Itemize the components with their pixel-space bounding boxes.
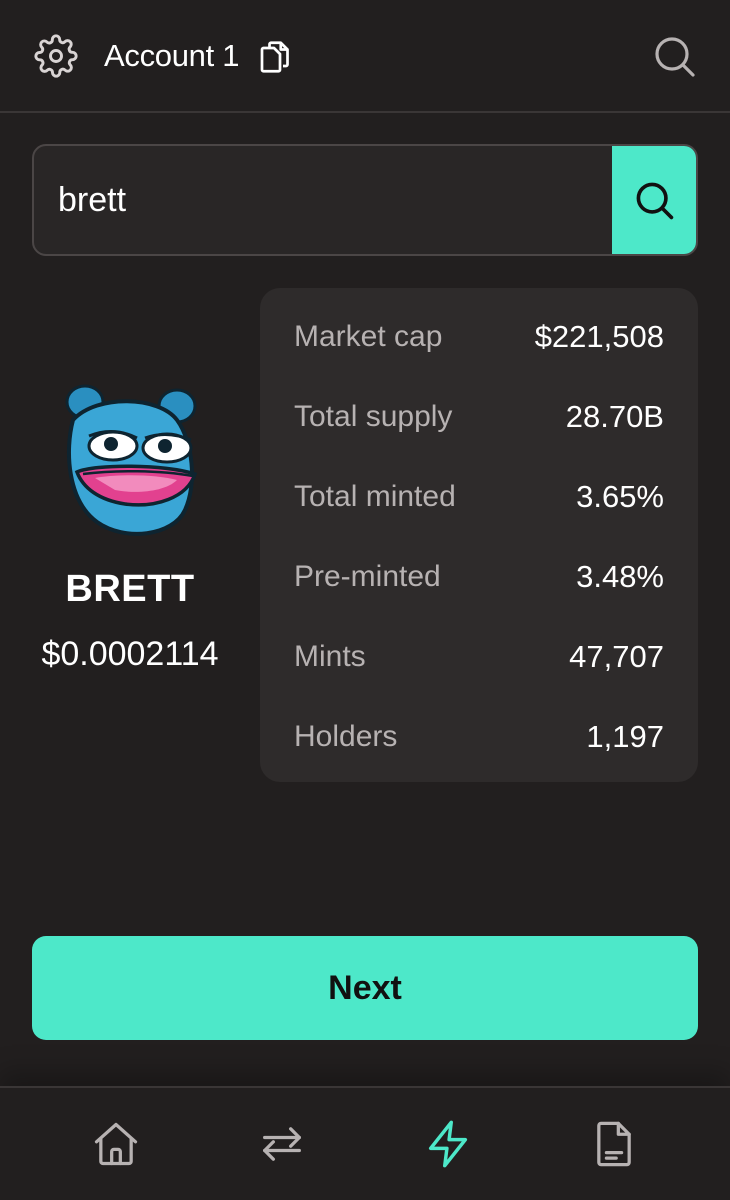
token-search-input[interactable]	[34, 146, 612, 254]
settings-button[interactable]	[34, 34, 78, 78]
nav-swap[interactable]	[227, 1090, 337, 1198]
token-stats-card: Market cap $221,508 Total supply 28.70B …	[260, 288, 698, 782]
stat-row-holders: Holders 1,197	[294, 717, 664, 757]
stat-label: Total supply	[294, 400, 453, 433]
search-icon	[655, 37, 695, 77]
app-root: Account 1 brett BRETT $0.0002114 Market …	[0, 0, 730, 1200]
stat-label: Mints	[294, 640, 366, 673]
stat-row-market-cap: Market cap $221,508	[294, 317, 664, 357]
stat-row-total-minted: Total minted 3.65%	[294, 477, 664, 517]
nav-mint[interactable]	[393, 1090, 503, 1198]
stat-row-total-supply: Total supply 28.70B	[294, 397, 664, 437]
nav-documents[interactable]	[559, 1090, 669, 1198]
stat-row-pre-minted: Pre-minted 3.48%	[294, 557, 664, 597]
bottom-nav	[0, 1086, 730, 1200]
token-search-bar	[32, 144, 698, 256]
stat-label: Pre-minted	[294, 560, 441, 593]
brett-logo	[65, 384, 198, 536]
home-icon	[94, 1122, 138, 1166]
stat-value: 1,197	[586, 719, 664, 754]
next-button[interactable]: Next	[32, 936, 698, 1040]
token-price: $0.0002114	[41, 635, 219, 673]
token-summary: BRETT $0.0002114	[20, 380, 240, 674]
stat-value: 3.65%	[576, 479, 664, 514]
swap-icon	[263, 1127, 301, 1161]
stat-value: 28.70B	[565, 399, 664, 434]
stat-value: 3.48%	[576, 559, 664, 594]
account-name[interactable]: Account 1	[104, 36, 239, 76]
copy-address-button[interactable]	[256, 38, 292, 76]
stat-row-mints: Mints 47,707	[294, 637, 664, 677]
header: Account 1	[0, 0, 730, 113]
copy-icon	[260, 41, 289, 73]
token-symbol: BRETT	[65, 568, 195, 610]
stat-value: $221,508	[534, 319, 664, 354]
stat-label: Total minted	[294, 480, 456, 513]
nav-home[interactable]	[61, 1090, 171, 1198]
lightning-icon	[428, 1120, 468, 1168]
stat-label: Market cap	[294, 320, 443, 353]
search-submit-button[interactable]	[612, 146, 696, 254]
document-icon	[597, 1121, 631, 1167]
stat-label: Holders	[294, 720, 398, 753]
gear-icon	[34, 34, 78, 78]
stat-value: 47,707	[569, 639, 664, 674]
header-search-button[interactable]	[650, 32, 698, 80]
search-icon	[636, 182, 674, 220]
